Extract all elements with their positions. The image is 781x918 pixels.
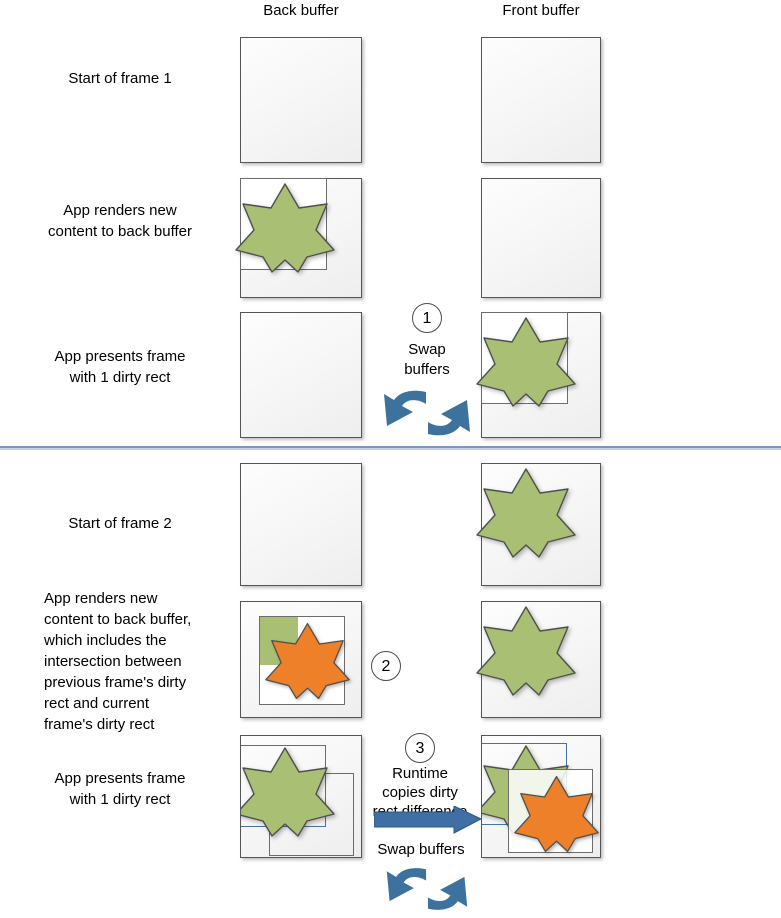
section-divider	[0, 446, 781, 448]
green-7-point-star	[476, 605, 576, 697]
step-badge-1: 1	[412, 303, 442, 333]
column-heading-front-buffer: Front buffer	[502, 2, 580, 19]
step-3-caption-2: Swap buffers	[377, 841, 465, 858]
row-label-frame2-present: App presents frame with 1 dirty rect	[54, 770, 186, 808]
row-label-frame1-present: App presents frame with 1 dirty rect	[54, 348, 186, 386]
buffer-frame2-render-back	[240, 601, 362, 718]
row-label-frame1-start: Start of frame 1	[68, 70, 172, 87]
buffer-frame1-start-front	[481, 37, 601, 163]
orange-7-point-star	[514, 772, 599, 856]
buffer-frame1-start-back	[240, 37, 362, 163]
column-heading-back-buffer: Back buffer	[263, 2, 339, 19]
step-badge-3: 3	[405, 733, 435, 763]
copy-right-arrow-icon	[374, 806, 482, 834]
buffer-frame2-start-front	[476, 463, 601, 586]
buffer-frame2-start-back	[240, 463, 362, 586]
buffer-frame1-present-front	[476, 312, 601, 438]
row-label-frame1-render: App renders new content to back buffer	[48, 202, 192, 240]
row-label-frame2-start: Start of frame 2	[68, 515, 172, 532]
swap-buffers-icon	[382, 382, 472, 444]
green-7-point-star	[241, 746, 335, 838]
diagram-canvas: Back buffer Front buffer Start of frame …	[0, 0, 781, 915]
swap-buffers-icon	[382, 860, 472, 918]
buffer-frame1-render-front	[481, 178, 601, 298]
row-label-frame2-render: App renders new content to back buffer, …	[44, 590, 192, 733]
buffer-frame2-render-front	[476, 601, 601, 718]
orange-7-point-star	[265, 619, 350, 703]
step-badge-2: 2	[371, 651, 401, 681]
buffer-frame1-render-back	[235, 178, 362, 298]
green-7-point-star	[476, 467, 576, 559]
step-1-caption: Swap buffers	[404, 341, 450, 378]
green-7-point-star	[476, 316, 576, 408]
buffer-frame2-present-front	[481, 735, 601, 858]
green-7-point-star	[235, 182, 335, 274]
buffer-frame1-present-back	[240, 312, 362, 438]
buffer-frame2-present-back	[240, 735, 362, 858]
